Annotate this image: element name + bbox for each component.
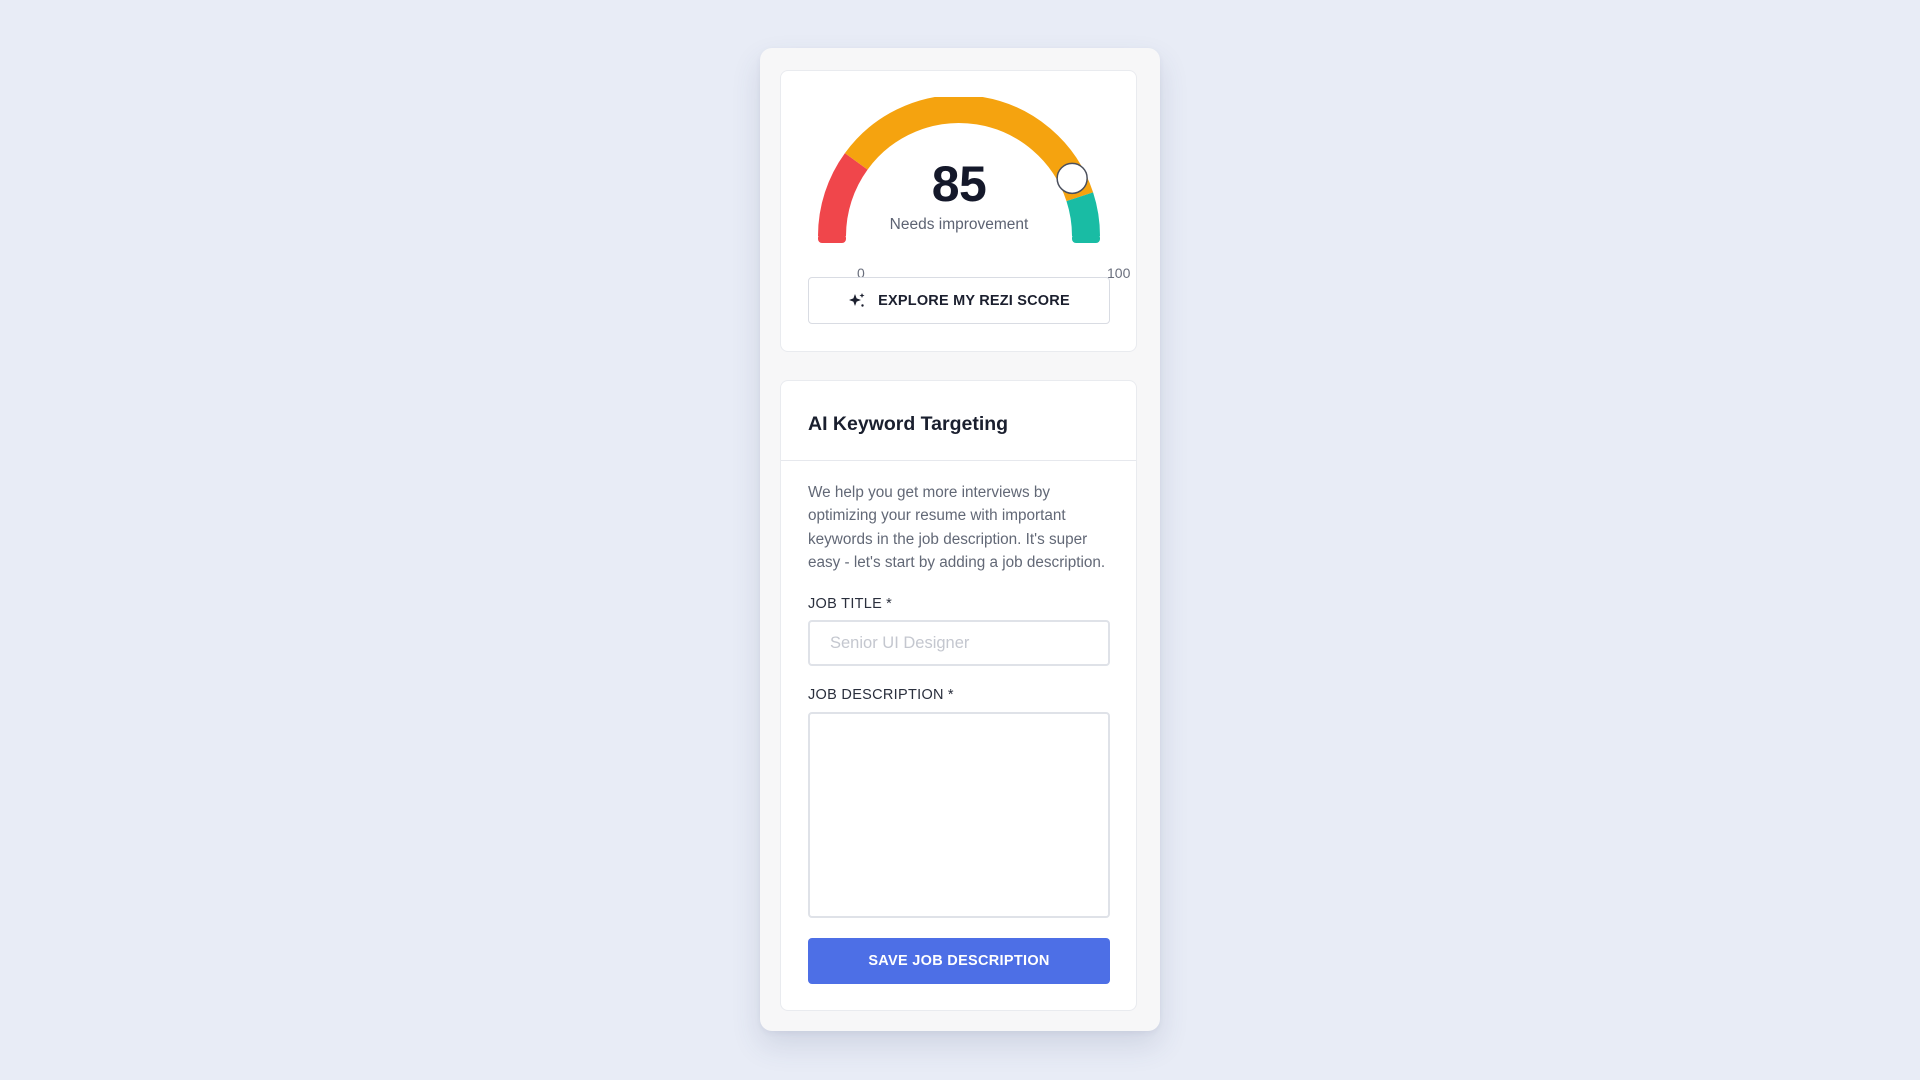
job-title-label-text: JOB TITLE: [808, 596, 883, 613]
save-job-description-button[interactable]: SAVE JOB DESCRIPTION: [808, 938, 1110, 985]
sparkle-icon: [848, 292, 866, 310]
score-value: 85: [931, 156, 987, 212]
gauge-max-label: 100: [1107, 265, 1131, 281]
keyword-targeting-card: AI Keyword Targeting We help you get mor…: [780, 380, 1137, 1011]
keyword-targeting-header: AI Keyword Targeting: [781, 381, 1136, 461]
gauge-foot-high: [1072, 234, 1100, 243]
job-description-label: JOB DESCRIPTION *: [808, 687, 1110, 703]
job-description-label-text: JOB DESCRIPTION: [808, 687, 944, 704]
job-description-textarea[interactable]: [808, 712, 1110, 919]
explore-score-label: EXPLORE MY REZI SCORE: [878, 292, 1070, 309]
job-title-input[interactable]: [808, 620, 1110, 667]
score-status: Needs improvement: [889, 216, 1029, 233]
score-card: 85 Needs improvement 0 100 EXPLORE MY RE…: [780, 70, 1137, 352]
explore-score-button[interactable]: EXPLORE MY REZI SCORE: [808, 277, 1110, 324]
job-title-required-mark: *: [886, 596, 893, 613]
resume-score-panel: 85 Needs improvement 0 100 EXPLORE MY RE…: [760, 48, 1160, 1031]
score-gauge: 85 Needs improvement 0 100: [816, 97, 1130, 281]
keyword-targeting-description: We help you get more interviews by optim…: [808, 484, 1106, 571]
keyword-targeting-title: AI Keyword Targeting: [808, 413, 1009, 435]
gauge-foot-low: [818, 234, 846, 243]
job-title-label: JOB TITLE *: [808, 596, 1110, 612]
keyword-targeting-body: We help you get more interviews by optim…: [781, 461, 1136, 985]
job-description-required-mark: *: [947, 687, 954, 704]
